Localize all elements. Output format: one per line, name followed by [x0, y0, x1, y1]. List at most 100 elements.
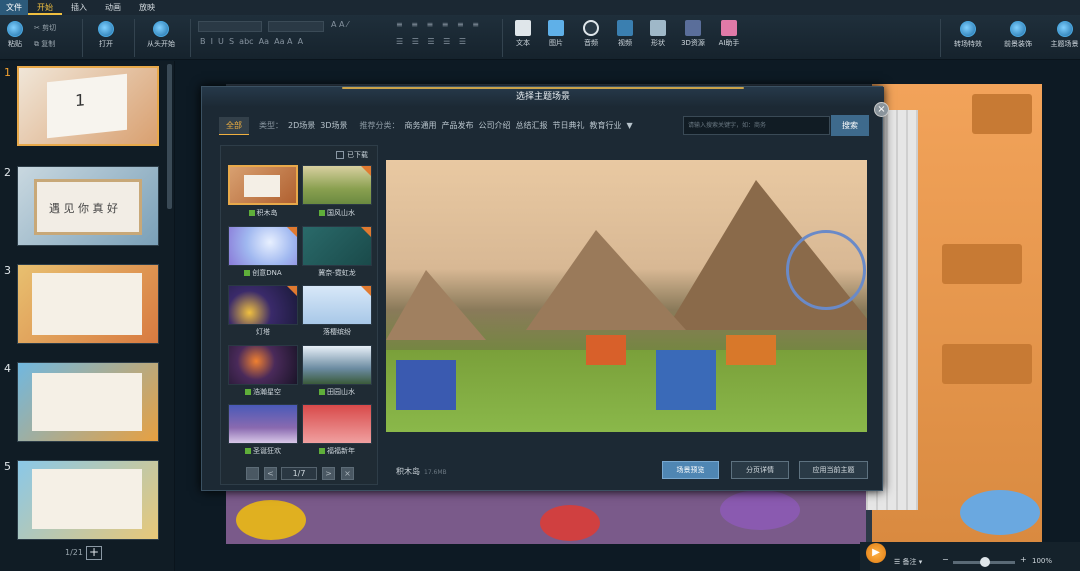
foreground-icon: [1010, 21, 1026, 37]
next-page-button[interactable]: >: [322, 467, 335, 480]
play-icon[interactable]: ▶: [866, 543, 886, 563]
font-grow-icon[interactable]: A A ⁄: [331, 20, 348, 29]
zoom-in-button[interactable]: +: [1020, 555, 1027, 564]
theme-thumbnail[interactable]: [302, 345, 372, 385]
open-button[interactable]: 打开: [94, 21, 118, 49]
new-badge-icon: [361, 227, 371, 237]
scene-brick: [972, 94, 1032, 134]
downloaded-icon: [319, 389, 325, 395]
theme-label: 积木岛: [226, 208, 300, 218]
insert-3d-button[interactable]: 3D资源: [678, 20, 708, 48]
slide-thumbnail[interactable]: [17, 460, 159, 540]
downloaded-checkbox[interactable]: 已下载: [336, 150, 368, 160]
prev-page-button[interactable]: <: [264, 467, 277, 480]
zoom-slider-handle[interactable]: [980, 557, 990, 567]
checkbox-box: [336, 151, 344, 159]
paragraph-icons[interactable]: ☰ ☰ ☰ ☰ ☰: [396, 37, 469, 46]
downloaded-icon: [245, 389, 251, 395]
theme-thumbnail[interactable]: [302, 404, 372, 444]
search-input[interactable]: 请输入搜索关键字，如：商务: [683, 116, 830, 135]
insert-image-button[interactable]: 图片: [543, 20, 569, 48]
zoom-out-button[interactable]: −: [942, 555, 949, 564]
filter-2d[interactable]: 2D场景: [288, 120, 315, 131]
theme-thumbnail[interactable]: [302, 285, 372, 325]
slide-card: [32, 469, 142, 529]
sidebar-scrollbar[interactable]: [167, 64, 172, 209]
theme-thumbnail[interactable]: [228, 404, 298, 444]
new-badge-icon: [361, 286, 371, 296]
format-buttons[interactable]: B I U S abc Aa Aa A A: [200, 37, 303, 46]
play-from-start-button[interactable]: 从头开始: [144, 21, 178, 49]
filter-all[interactable]: 全部: [219, 116, 249, 135]
scene-house: [656, 350, 716, 410]
page-detail-button[interactable]: 分页详情: [731, 461, 789, 479]
category-festival[interactable]: 节日典礼: [553, 120, 585, 131]
font-size-select[interactable]: [268, 21, 324, 32]
tab-play[interactable]: 放映: [130, 0, 164, 15]
notes-toggle[interactable]: ☰ 备注 ▾: [894, 557, 922, 567]
theme-label: 落樱缤纷: [323, 328, 351, 336]
theme-icon: [1056, 21, 1073, 37]
ferris-wheel: [786, 230, 866, 310]
paste-button[interactable]: 粘贴: [4, 21, 26, 49]
font-family-select[interactable]: [198, 21, 262, 32]
close-icon[interactable]: ×: [874, 102, 889, 117]
theme-thumbnail[interactable]: [228, 226, 298, 266]
open-icon: [98, 21, 114, 37]
filter-3d[interactable]: 3D场景: [320, 120, 347, 131]
category-company[interactable]: 公司介绍: [479, 120, 511, 131]
dialog-title: 选择主题场景: [202, 87, 884, 107]
scene-preview-button[interactable]: 场景预览: [662, 461, 719, 479]
close-page-button[interactable]: ×: [341, 467, 354, 480]
cube-icon: [685, 20, 701, 36]
theme-thumbnail[interactable]: [302, 165, 372, 205]
play-icon: [153, 21, 169, 37]
cut-button[interactable]: ✂ 剪切: [34, 23, 56, 33]
transition-button[interactable]: 转场特效: [950, 21, 986, 49]
slide-thumbnail[interactable]: 遇 见 你 真 好: [17, 166, 159, 246]
tab-insert[interactable]: 插入: [62, 0, 96, 15]
slide-thumbnail[interactable]: 1: [17, 66, 159, 146]
theme-label: 灯塔: [256, 328, 270, 336]
category-education[interactable]: 教育行业: [590, 120, 622, 131]
tab-start[interactable]: 开始: [28, 0, 62, 15]
theme-thumbnail[interactable]: [302, 226, 372, 266]
copy-button[interactable]: ⧉ 复制: [34, 39, 55, 49]
category-product[interactable]: 产品发布: [442, 120, 474, 131]
foreground-button[interactable]: 前景装饰: [1000, 21, 1036, 49]
new-badge-icon: [361, 166, 371, 176]
slide-thumbnail[interactable]: [17, 264, 159, 344]
menu-file[interactable]: 文件: [0, 0, 28, 15]
selected-theme-info: 积木岛 17.6MB: [396, 467, 447, 476]
insert-shape-button[interactable]: 形状: [645, 20, 671, 48]
slide-number: 1: [4, 66, 11, 79]
ribbon-toolbar: 粘贴 ✂ 剪切 ⧉ 复制 打开 从头开始 A A ⁄ B I U S abc A…: [0, 15, 1080, 60]
slide-thumbnail[interactable]: [17, 362, 159, 442]
theme-thumbnail[interactable]: [228, 345, 298, 385]
apply-theme-button[interactable]: 应用当前主题: [799, 461, 868, 479]
theme-thumbnail[interactable]: [228, 285, 298, 325]
insert-video-button[interactable]: 视频: [612, 20, 638, 48]
insert-text-button[interactable]: 文本: [510, 20, 536, 48]
theme-thumbnail[interactable]: [228, 165, 298, 205]
first-page-button[interactable]: [246, 467, 259, 480]
ai-assistant-button[interactable]: AI助手: [714, 20, 744, 48]
image-icon: [548, 20, 564, 36]
scene-house: [396, 360, 456, 410]
search-button[interactable]: 搜索: [831, 115, 869, 136]
divider: [502, 19, 503, 57]
align-icons[interactable]: ≡ ≡ ≡ ≡ ≡ ≡: [396, 20, 482, 29]
scene-brick: [942, 244, 1022, 284]
divider: [82, 19, 83, 57]
chevron-down-icon[interactable]: ▼: [627, 121, 633, 130]
theme-scene-button[interactable]: 主题场景: [1049, 21, 1080, 49]
scene-house: [586, 335, 626, 365]
scene-toy: [236, 500, 306, 540]
category-business[interactable]: 商务通用: [405, 120, 437, 131]
category-report[interactable]: 总结汇报: [516, 120, 548, 131]
tab-animation[interactable]: 动画: [96, 0, 130, 15]
scene-toy: [720, 490, 800, 530]
insert-audio-button[interactable]: 音频: [578, 20, 604, 48]
add-slide-button[interactable]: +: [86, 546, 102, 560]
page-input[interactable]: 1/7: [281, 467, 317, 480]
